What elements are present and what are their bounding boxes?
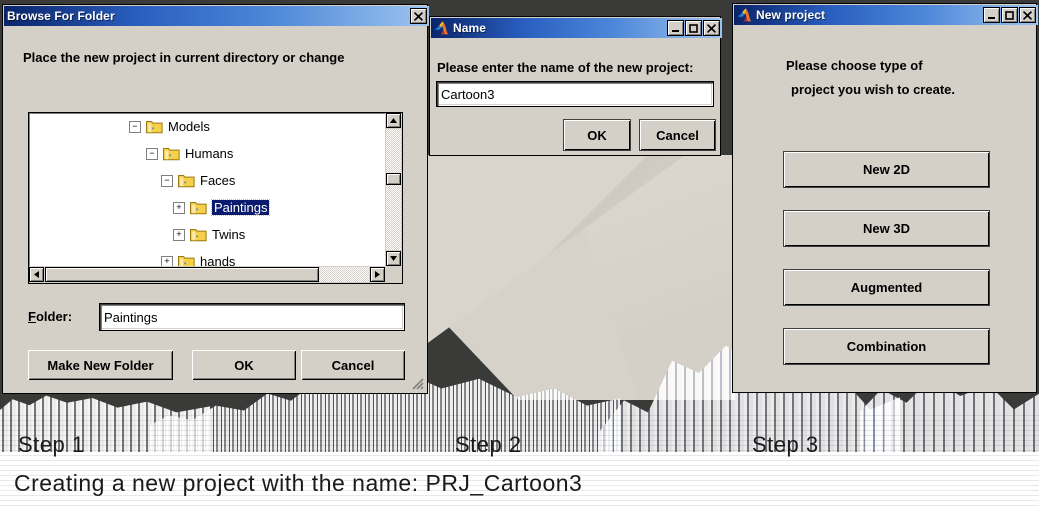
browse-cancel-button[interactable]: Cancel — [301, 350, 405, 380]
scrollbar-corner — [385, 266, 402, 283]
minimize-icon[interactable] — [667, 20, 684, 36]
close-icon[interactable] — [703, 20, 720, 36]
tree-item-label: Humans — [185, 146, 234, 161]
name-dialog: Name Please enter the name of the new pr… — [430, 17, 722, 155]
tree-item-label: hands — [200, 254, 236, 266]
name-prompt: Please enter the name of the new project… — [437, 60, 694, 75]
new-3d-button[interactable]: New 3D — [783, 210, 990, 247]
project-name-input[interactable]: Cartoon3 — [436, 81, 714, 107]
new-project-title: New project — [756, 8, 826, 22]
minimize-icon[interactable] — [983, 7, 1000, 23]
new-2d-button[interactable]: New 2D — [783, 151, 990, 188]
step-1-label: Step 1 — [18, 432, 85, 457]
name-ok-button[interactable]: OK — [563, 119, 631, 151]
screenshot-canvas: Browse For Folder Place the new project … — [0, 0, 1039, 508]
scroll-thumb[interactable] — [386, 173, 401, 185]
close-icon[interactable] — [1019, 7, 1036, 23]
name-titlebar: Name — [431, 18, 722, 38]
browse-titlebar: Browse For Folder — [4, 6, 429, 26]
make-new-folder-button[interactable]: Make New Folder — [28, 350, 173, 380]
tree-item-selected[interactable]: + Paintings — [29, 194, 385, 221]
folder-input-value: Paintings — [104, 309, 158, 325]
resize-grip-icon[interactable] — [410, 376, 424, 390]
augmented-button[interactable]: Augmented — [783, 269, 990, 306]
tree-toggle-icon[interactable]: − — [146, 147, 158, 160]
scroll-track[interactable] — [386, 129, 401, 250]
folder-icon — [178, 174, 195, 188]
name-cancel-button[interactable]: Cancel — [639, 119, 716, 151]
new-project-prompt-line1: Please choose type of — [786, 58, 923, 73]
tree-item-label: Twins — [212, 227, 246, 242]
new-project-titlebar: New project — [734, 5, 1038, 25]
folder-icon — [146, 120, 163, 134]
browse-for-folder-dialog: Browse For Folder Place the new project … — [3, 5, 429, 393]
scroll-up-icon[interactable] — [386, 113, 401, 128]
tree-item[interactable]: + hands — [29, 248, 385, 266]
browse-title: Browse For Folder — [7, 9, 115, 23]
folder-icon — [190, 228, 207, 242]
step-3-label: Step 3 — [752, 432, 819, 457]
tree-toggle-icon[interactable]: − — [129, 120, 141, 133]
matlab-icon — [737, 8, 753, 22]
new-project-dialog: New project Please choose type of projec… — [733, 4, 1038, 392]
name-title: Name — [453, 21, 487, 35]
folder-tree-rows: − Models − Humans − Faces + Paintings + … — [29, 113, 385, 266]
browse-ok-button[interactable]: OK — [192, 350, 296, 380]
scroll-thumb[interactable] — [45, 267, 319, 282]
folder-input[interactable]: Paintings — [99, 303, 405, 331]
caption-band: Step 1 Step 2 Step 3 Creating a new proj… — [0, 415, 1039, 508]
browse-instruction: Place the new project in current directo… — [23, 50, 345, 65]
new-project-prompt-line2: project you wish to create. — [791, 82, 955, 97]
tree-item[interactable]: − Humans — [29, 140, 385, 167]
scroll-right-icon[interactable] — [370, 267, 385, 282]
tree-toggle-icon[interactable]: + — [161, 255, 173, 266]
scroll-left-icon[interactable] — [29, 267, 44, 282]
tree-item[interactable]: − Faces — [29, 167, 385, 194]
folder-icon — [178, 255, 195, 266]
folder-label: Folder: — [28, 309, 73, 324]
maximize-icon[interactable] — [1001, 7, 1018, 23]
folder-icon — [190, 201, 207, 215]
caption-summary: Creating a new project with the name: PR… — [14, 470, 583, 496]
tree-horizontal-scrollbar[interactable] — [29, 266, 385, 283]
tree-toggle-icon[interactable]: − — [161, 174, 173, 187]
tree-item-label: Faces — [200, 173, 236, 188]
combination-button[interactable]: Combination — [783, 328, 990, 365]
matlab-icon — [434, 21, 450, 35]
tree-item[interactable]: − Models — [29, 113, 385, 140]
folder-tree[interactable]: − Models − Humans − Faces + Paintings + … — [28, 112, 403, 284]
folder-icon — [163, 147, 180, 161]
tree-toggle-icon[interactable]: + — [173, 228, 185, 241]
scroll-down-icon[interactable] — [386, 251, 401, 266]
project-name-value: Cartoon3 — [441, 86, 495, 102]
tree-item-label: Models — [168, 119, 210, 134]
tree-vertical-scrollbar[interactable] — [385, 113, 402, 266]
tree-toggle-icon[interactable]: + — [173, 201, 185, 214]
step-2-label: Step 2 — [455, 432, 522, 457]
close-icon[interactable] — [410, 8, 427, 24]
tree-item-label: Paintings — [210, 199, 271, 216]
maximize-icon[interactable] — [685, 20, 702, 36]
tree-item[interactable]: + Twins — [29, 221, 385, 248]
